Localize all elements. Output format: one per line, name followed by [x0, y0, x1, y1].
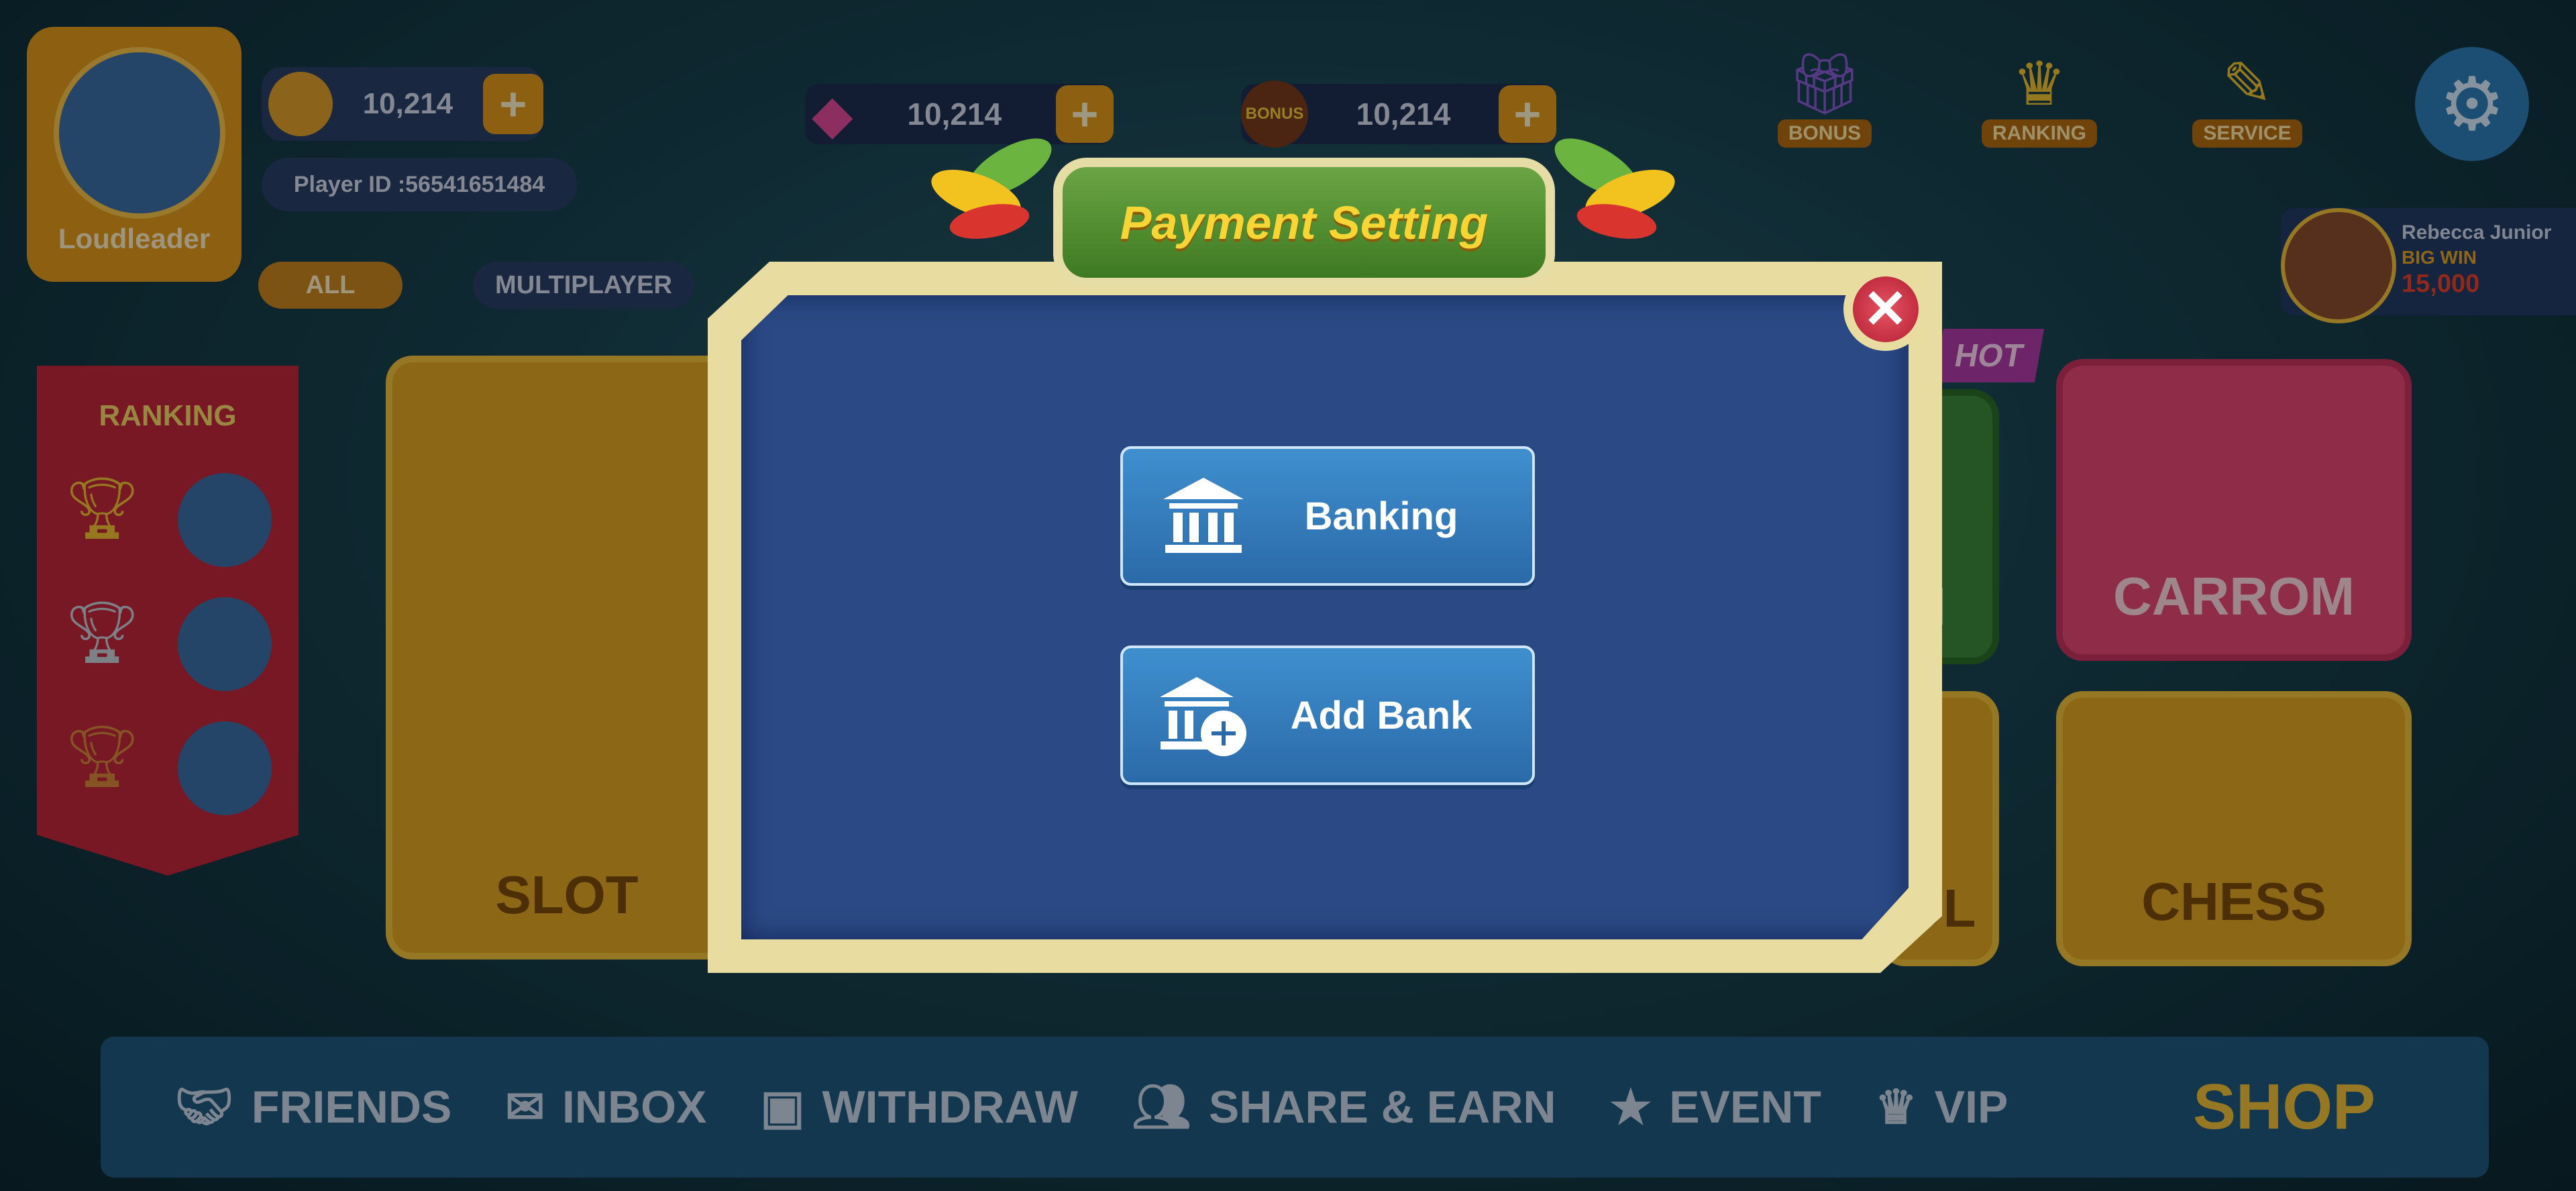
add-bank-label: Add Bank [1290, 693, 1472, 737]
close-icon: ✕ [1852, 276, 1919, 342]
banking-label: Banking [1304, 494, 1458, 538]
close-button[interactable]: ✕ [1843, 267, 1927, 351]
modal-title-plate: Payment Setting [1053, 158, 1555, 287]
left-feather-icon [931, 138, 1052, 239]
modal-panel [741, 295, 1909, 939]
banking-button[interactable]: Banking [1120, 446, 1535, 586]
modal-title: Payment Setting [1120, 196, 1489, 249]
add-bank-button[interactable]: Add Bank [1120, 645, 1535, 785]
add-bank-icon [1150, 672, 1257, 759]
right-feather-icon [1554, 138, 1675, 239]
bank-icon [1150, 472, 1257, 560]
